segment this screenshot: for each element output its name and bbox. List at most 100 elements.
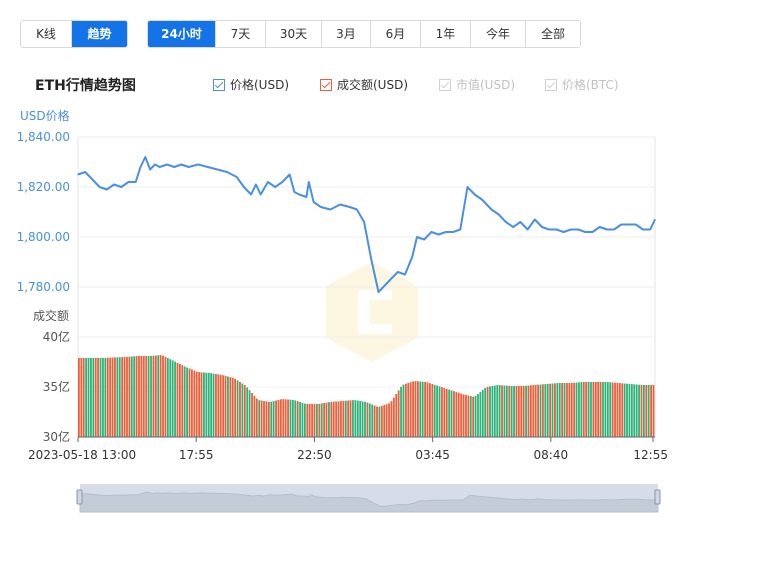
volume-bar [205,372,208,437]
volume-bar [542,384,544,437]
price-point [173,166,175,168]
volume-bar [570,382,573,437]
volume-bar [431,384,434,437]
volume-bar [635,384,638,437]
volume-bar [111,357,114,437]
volume-bar [92,358,95,437]
volume-bar [561,383,564,437]
volume-bar [623,383,626,437]
volume-bar [529,385,532,437]
volume-bar [479,392,482,437]
price-point [84,171,86,173]
volume-bar [421,381,424,437]
volume-bar [291,399,294,437]
volume-bar [123,357,126,437]
volume-bar [166,358,169,437]
price-point [423,238,425,241]
price-point [127,181,130,183]
volume-bar [145,356,148,437]
price-point [591,231,594,233]
volume-bar [188,368,191,437]
volume-bar [181,365,184,437]
volume-bar [626,383,628,437]
volume-bar [609,382,612,437]
volume-bar [469,396,472,437]
volume-bar [267,401,270,437]
volume-bar [239,382,241,437]
volume-bar [580,382,583,437]
price-point [445,231,447,233]
volume-bar [484,388,487,437]
price-point [139,166,142,168]
volume-bar [400,386,402,437]
price-point [397,271,399,273]
volume-bar [138,356,140,437]
volume-bar [234,378,237,437]
price-point [329,208,331,211]
volume-bar [203,372,205,437]
volume-bar [241,383,244,437]
x-tick-label: 03:45 [415,448,450,462]
time-navigator[interactable] [76,484,661,513]
price-point [370,258,372,261]
volume-bar [652,385,655,437]
volume-bar [414,381,417,437]
price-point [149,168,151,171]
price-tick-label: 1,840.00 [17,130,70,144]
volume-bar [539,384,542,437]
volume-bar [212,373,215,437]
volume-bar [426,382,429,437]
volume-bar [460,393,463,437]
volume-bar [371,404,374,437]
volume-bar [395,394,398,437]
volume-bar [207,372,210,437]
navigator-right-handle[interactable] [654,489,661,505]
price-point [226,171,228,173]
price-point [577,228,579,231]
navigator-left-handle[interactable] [76,489,83,505]
volume-bar [215,374,217,437]
price-point [512,226,514,228]
volume-bar [472,396,475,437]
price-point [628,223,630,226]
volume-bar [186,367,188,437]
volume-bar [616,382,619,437]
volume-bar [402,384,405,437]
volume-tick-label: 30亿 [43,429,70,444]
price-point [144,156,146,158]
volume-bar [515,386,518,437]
volume-bar [272,401,275,437]
volume-bar [368,403,371,437]
volume-bar [157,355,160,437]
volume-bar [508,385,511,437]
volume-bar [491,386,494,437]
volume-bar [130,356,133,437]
volume-bar [342,400,345,437]
volume-bar [106,357,109,437]
volume-bar [424,381,426,437]
price-point [599,226,601,228]
price-point [120,186,122,188]
volume-bar [438,386,441,437]
volume-bar [282,399,285,437]
price-point [356,208,358,211]
price-point [106,188,108,191]
volume-bar [121,357,124,437]
price-point [180,163,182,166]
volume-bar [316,404,318,437]
price-point [260,193,262,196]
volume-bar [361,401,364,437]
volume-bar [359,401,362,437]
volume-bar [164,356,167,437]
volume-bar [219,374,222,437]
volume-bar [313,404,316,437]
volume-bar [404,383,407,437]
volume-bar [251,393,253,437]
volume-bar [433,384,436,437]
volume-bar [248,390,251,437]
volume-bar [178,364,181,437]
volume-bar [320,403,323,437]
price-point [363,221,365,223]
volume-bar [546,383,549,437]
volume-bar [356,400,359,437]
